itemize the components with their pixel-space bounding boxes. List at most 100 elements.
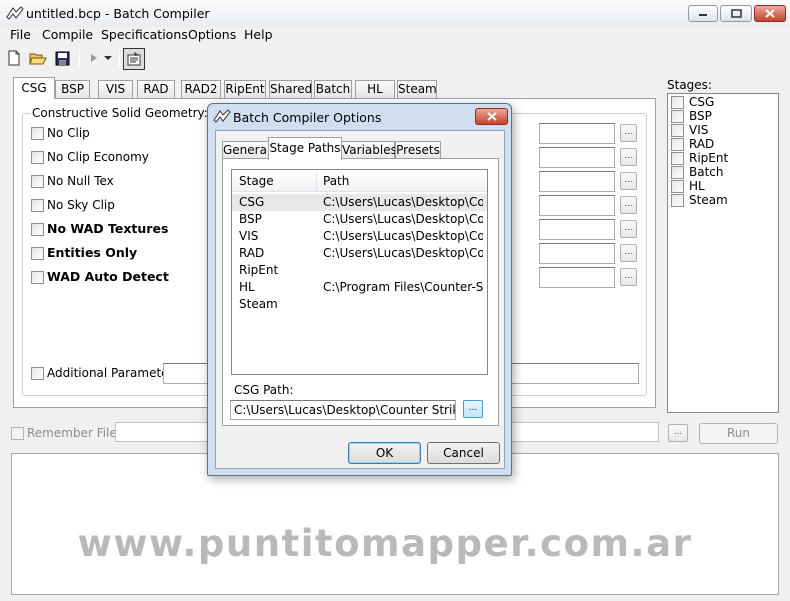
additional-parameters-checkbox[interactable] xyxy=(31,367,44,380)
compile-dropdown[interactable] xyxy=(101,48,115,68)
csg-path-label: CSG Path: xyxy=(234,383,294,397)
no-clip-economy-checkbox[interactable] xyxy=(31,151,44,164)
path-cell: C:\Users\Lucas\Desktop\Cou... xyxy=(323,195,483,209)
options-button[interactable] xyxy=(123,48,145,70)
save-icon xyxy=(55,51,69,65)
column-header-path[interactable]: Path xyxy=(323,174,349,188)
table-row[interactable]: BSP C:\Users\Lucas\Desktop\Cou... xyxy=(232,211,487,228)
column-header-stage[interactable]: Stage xyxy=(239,174,274,188)
stage-checkbox[interactable] xyxy=(671,152,684,165)
csg-path-browse-button[interactable]: ... xyxy=(463,400,483,418)
option-dots-button[interactable]: ... xyxy=(620,172,637,190)
entities-only-checkbox[interactable] xyxy=(31,247,44,260)
stage-checkbox[interactable] xyxy=(671,194,684,207)
dialog-tab-general[interactable]: General xyxy=(222,141,270,159)
option-dots-button[interactable]: ... xyxy=(620,148,637,166)
dialog-close-button[interactable] xyxy=(475,108,508,125)
tab-ripent[interactable]: RipEnt xyxy=(224,80,266,98)
option-input[interactable] xyxy=(539,267,615,288)
tab-steam[interactable]: Steam xyxy=(397,80,437,98)
remember-file-checkbox[interactable] xyxy=(11,427,24,440)
table-row[interactable]: VIS C:\Users\Lucas\Desktop\Cou... xyxy=(232,228,487,245)
option-dots-button[interactable]: ... xyxy=(620,220,637,238)
cancel-button[interactable]: Cancel xyxy=(427,442,500,464)
option-input[interactable] xyxy=(539,147,615,168)
stage-cell: Steam xyxy=(239,297,278,311)
stage-checkbox[interactable] xyxy=(671,110,684,123)
option-dots-button[interactable]: ... xyxy=(620,196,637,214)
dialog-title: Batch Compiler Options xyxy=(233,110,382,125)
option-input[interactable] xyxy=(539,171,615,192)
stage-checkbox[interactable] xyxy=(671,124,684,137)
open-folder-icon xyxy=(29,53,47,65)
option-dots-button[interactable]: ... xyxy=(620,124,637,142)
stage-cell: BSP xyxy=(239,212,262,226)
stage-label: BSP xyxy=(689,109,712,123)
menu-options[interactable]: Options xyxy=(188,27,236,42)
option-dots-button[interactable]: ... xyxy=(620,268,637,286)
tab-vis[interactable]: VIS xyxy=(98,80,133,98)
option-dots-button[interactable]: ... xyxy=(620,244,637,262)
option-input[interactable] xyxy=(539,219,615,240)
path-cell: C:\Users\Lucas\Desktop\Cou... xyxy=(323,229,483,243)
run-button[interactable]: Run xyxy=(699,423,778,444)
csg-path-input[interactable]: C:\Users\Lucas\Desktop\Counter Strike 1.… xyxy=(230,400,456,420)
dialog-tab-stage-paths[interactable]: Stage Paths xyxy=(268,137,342,160)
no-sky-clip-checkbox[interactable] xyxy=(31,199,44,212)
menu-file[interactable]: File xyxy=(10,27,31,42)
stage-label: VIS xyxy=(689,123,709,137)
dialog-tab-presets[interactable]: Presets xyxy=(395,141,441,159)
menu-specifications[interactable]: Specifications xyxy=(101,27,188,42)
stage-checkbox[interactable] xyxy=(671,96,684,109)
maximize-button[interactable] xyxy=(720,5,752,22)
menu-help[interactable]: Help xyxy=(244,27,273,42)
path-cell: C:\Users\Lucas\Desktop\Cou... xyxy=(323,246,483,260)
option-input[interactable] xyxy=(539,123,615,144)
no-clip-checkbox[interactable] xyxy=(31,127,44,140)
wad-auto-detect-checkbox[interactable] xyxy=(31,271,44,284)
table-row[interactable]: CSG C:\Users\Lucas\Desktop\Cou... xyxy=(232,194,487,211)
close-icon xyxy=(486,112,497,121)
file-browse-button[interactable]: ... xyxy=(668,424,688,442)
tab-shared[interactable]: Shared xyxy=(269,80,312,98)
option-input[interactable] xyxy=(539,195,615,216)
stage-cell: CSG xyxy=(239,195,265,209)
tab-bsp[interactable]: BSP xyxy=(55,80,90,98)
stages-list: CSG BSP VIS RAD RipEnt Batch HL Steam xyxy=(667,93,779,413)
no-null-tex-checkbox[interactable] xyxy=(31,175,44,188)
menu-compile[interactable]: Compile xyxy=(42,27,93,42)
stage-checkbox[interactable] xyxy=(671,166,684,179)
table-row[interactable]: RipEnt xyxy=(232,262,487,279)
path-cell: C:\Program Files\Counter-Strik... xyxy=(323,280,483,294)
no-wad-textures-checkbox[interactable] xyxy=(31,223,44,236)
watermark: www.puntitomapper.com.ar xyxy=(77,522,693,565)
stage-label: Batch xyxy=(689,165,724,179)
menu-bar: File Compile Specifications Options Help xyxy=(0,27,790,46)
table-row[interactable]: Steam xyxy=(232,296,487,313)
stage-checkbox[interactable] xyxy=(671,138,684,151)
dialog-app-icon xyxy=(213,108,231,124)
table-row[interactable]: HL C:\Program Files\Counter-Strik... xyxy=(232,279,487,296)
tab-batch[interactable]: Batch xyxy=(314,80,352,98)
close-icon xyxy=(765,9,775,18)
stage-label: Steam xyxy=(689,193,728,207)
stage-cell: VIS xyxy=(239,229,259,243)
option-input[interactable] xyxy=(539,243,615,264)
tab-csg[interactable]: CSG xyxy=(13,77,55,99)
additional-parameters-label: Additional Parameters xyxy=(47,366,180,380)
window-title: untitled.bcp - Batch Compiler xyxy=(26,6,210,21)
ok-button[interactable]: OK xyxy=(348,442,421,464)
dialog-tab-variables[interactable]: Variables xyxy=(341,141,397,159)
close-button[interactable] xyxy=(754,5,786,22)
minimize-button[interactable] xyxy=(688,5,718,22)
new-file-button[interactable] xyxy=(4,48,24,68)
save-button[interactable] xyxy=(52,48,72,68)
app-icon xyxy=(6,5,24,21)
table-row[interactable]: RAD C:\Users\Lucas\Desktop\Cou... xyxy=(232,245,487,262)
stages-title: Stages: xyxy=(667,78,712,92)
tab-hl[interactable]: HL xyxy=(355,80,395,98)
open-button[interactable] xyxy=(28,48,48,68)
tab-rad2[interactable]: RAD2 xyxy=(181,80,221,98)
tab-rad[interactable]: RAD xyxy=(137,80,175,98)
stage-checkbox[interactable] xyxy=(671,180,684,193)
